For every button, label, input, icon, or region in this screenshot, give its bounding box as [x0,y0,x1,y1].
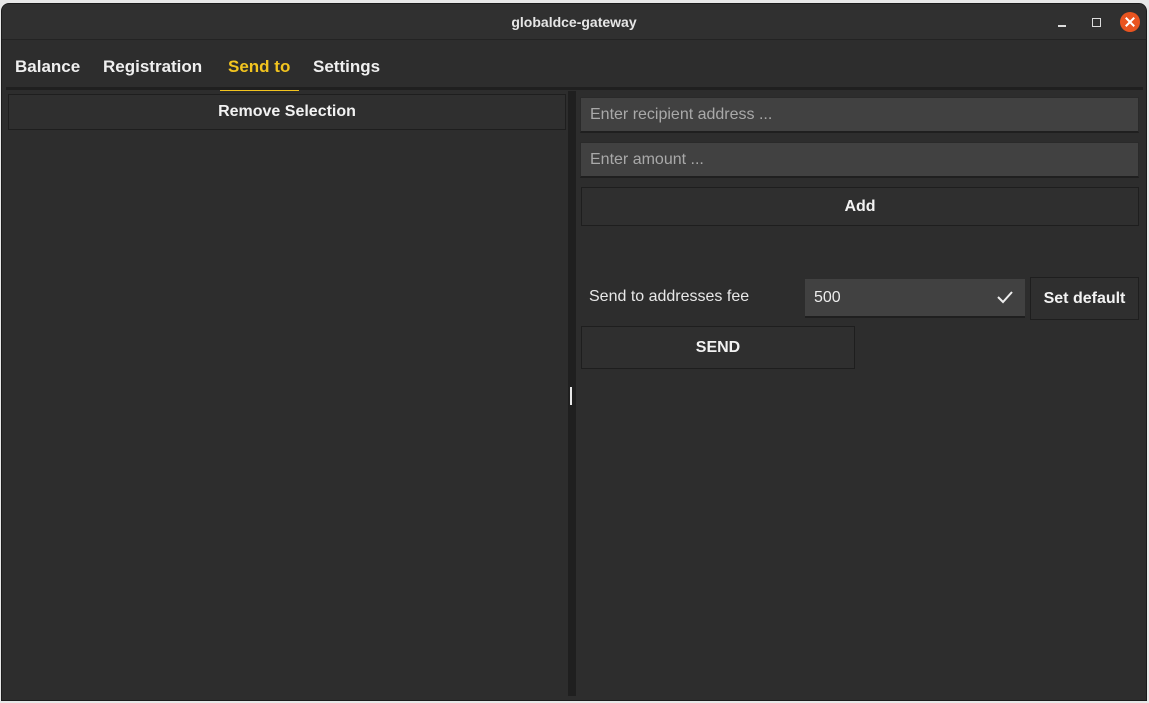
fee-label: Send to addresses fee [589,288,750,305]
app-window: globaldce-gateway Balance Registration S… [1,3,1147,701]
amount-input[interactable] [580,142,1139,178]
check-icon[interactable] [995,288,1015,306]
selection-list-pane[interactable]: Remove Selection [6,91,567,696]
close-icon[interactable] [1120,12,1140,32]
tab-bar: Balance Registration Send to Settings [2,41,1146,92]
recipient-address-input[interactable] [580,97,1139,133]
tab-send-to[interactable]: Send to [219,41,300,92]
set-default-button[interactable]: Set default [1030,277,1139,320]
tab-settings[interactable]: Settings [313,41,380,91]
fee-value: 500 [814,289,841,306]
send-button[interactable]: SEND [581,326,855,369]
tab-divider [6,87,1143,90]
splitter-handle[interactable] [570,387,572,405]
add-button[interactable]: Add [581,187,1139,226]
tab-registration[interactable]: Registration [103,41,202,91]
window-title: globaldce-gateway [511,14,637,30]
title-bar: globaldce-gateway [2,4,1146,40]
tab-balance[interactable]: Balance [15,41,80,91]
minimize-icon[interactable] [1053,13,1071,31]
fee-input[interactable]: 500 [805,279,1025,318]
send-form-pane: Add Send to addresses fee 500 Set defaul… [577,91,1143,696]
maximize-icon[interactable] [1087,13,1105,31]
remove-selection-button[interactable]: Remove Selection [8,94,566,130]
